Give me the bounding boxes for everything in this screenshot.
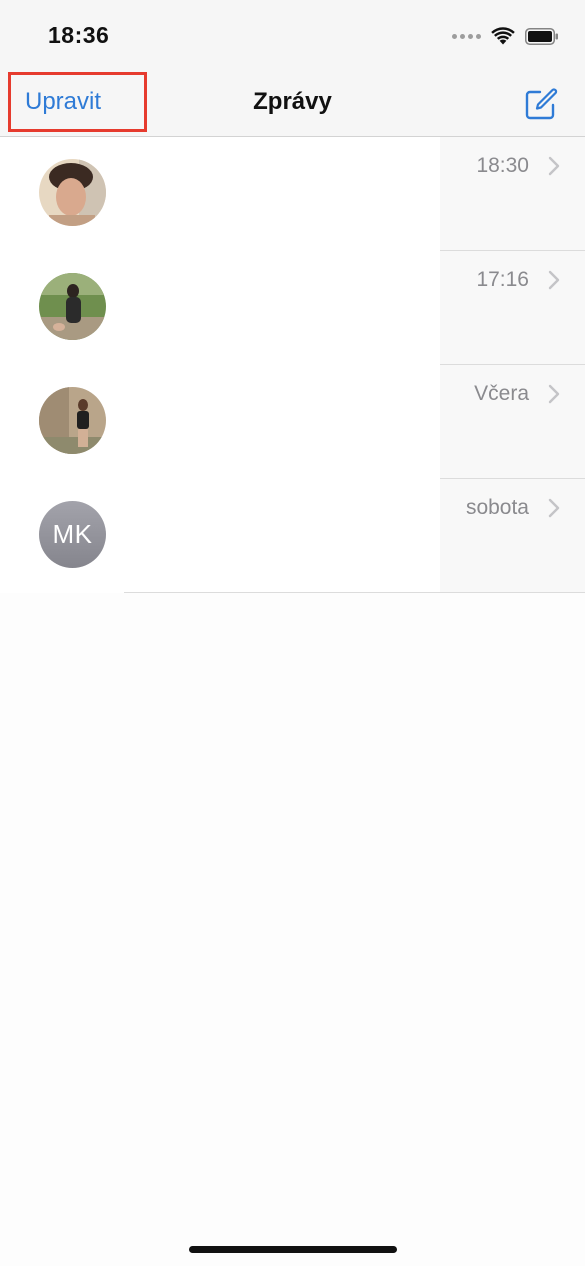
chevron-right-icon [548, 156, 560, 176]
chevron-right-icon [548, 498, 560, 518]
conversation-time: 18:30 [476, 154, 529, 177]
status-time: 18:36 [48, 22, 110, 48]
page-title: Zprávy [253, 88, 332, 115]
wifi-icon [491, 27, 515, 45]
conversation-row[interactable]: MK sobota [0, 479, 585, 593]
navigation-bar: Upravit Zprávy [0, 70, 585, 137]
signal-dots-icon [452, 33, 481, 39]
chevron-right-icon [548, 384, 560, 404]
status-icons [452, 27, 559, 45]
battery-icon [525, 27, 558, 45]
conversation-row[interactable]: Včera [0, 365, 585, 479]
status-bar: 18:36 [0, 0, 585, 70]
contact-avatar: MK [39, 501, 106, 568]
conversation-row[interactable]: 17:16 [0, 251, 585, 365]
messages-screen: 18:36 Upravit Zprávy 18:30 17:16 Včera M… [0, 0, 585, 1266]
contact-avatar [39, 387, 106, 454]
home-indicator[interactable] [189, 1246, 397, 1253]
conversation-time: sobota [465, 496, 529, 519]
avatar-initials: MK [52, 519, 93, 549]
conversation-time: Včera [474, 382, 529, 405]
chevron-right-icon [548, 270, 560, 290]
conversation-time: 17:16 [476, 268, 529, 291]
conversation-row[interactable]: 18:30 [0, 137, 585, 251]
contact-avatar [39, 273, 106, 340]
compose-icon[interactable] [523, 86, 559, 122]
conversation-list: 18:30 17:16 Včera MK sobota [0, 137, 585, 593]
contact-avatar [39, 159, 106, 226]
